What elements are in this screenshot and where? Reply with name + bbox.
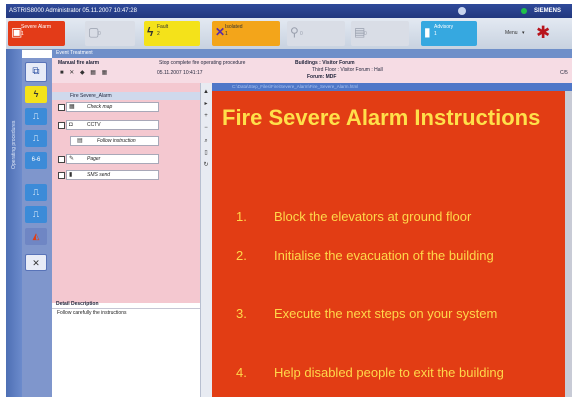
instruction-number: 4.: [236, 365, 247, 380]
siemens-star-icon[interactable]: ✱: [536, 23, 550, 42]
detail-description-text: Follow carefully the instructions: [57, 310, 127, 316]
pager-icon: ✎: [69, 156, 75, 162]
event-instruction: Stop complete fire operating procedure: [159, 60, 246, 66]
cross-icon: ✕: [215, 25, 226, 39]
scroll-up-icon[interactable]: ▲: [202, 88, 210, 96]
map-view-button[interactable]: ⧉: [25, 62, 47, 82]
fault-count: 2: [157, 31, 160, 37]
step-checkbox[interactable]: [58, 172, 65, 179]
advisory-count: 1: [434, 31, 437, 37]
detail-description-label: Detail Description: [56, 301, 99, 307]
scrollbar[interactable]: [565, 91, 572, 397]
instruction-title: Fire Severe Alarm Instructions: [222, 105, 541, 130]
left-strip: Operating procedures: [6, 49, 22, 397]
step-row-follow-instruction[interactable]: ▤ Follow instruction: [70, 136, 159, 146]
lightning-icon: ϟ: [147, 25, 154, 39]
instruction-file-path: C:\Data\Step_Files\Fire\Severe_Alarm\Fir…: [232, 84, 359, 89]
isolated-label: Isolated: [225, 24, 243, 30]
page-icon[interactable]: ▯: [202, 149, 210, 157]
step-list-title: Fire Severe_Alarm: [70, 93, 112, 99]
refresh-icon[interactable]: ↻: [202, 161, 210, 169]
location-label: Buildings : Visitor Forum: [295, 60, 355, 66]
alarm-button-6[interactable]: ▤ 0: [351, 21, 409, 46]
section-title: Event Treatment: [56, 50, 93, 56]
step-button-3[interactable]: 6-6: [25, 152, 47, 169]
alarm-button-5[interactable]: ⚲ 0: [287, 21, 345, 46]
document-icon: ▤: [77, 138, 83, 144]
vertical-label: Operating procedures: [11, 120, 17, 169]
search-icon[interactable]: ⌕: [202, 137, 210, 145]
step-list-pane: [52, 83, 200, 303]
map-icon: ▦: [69, 104, 75, 110]
event-action-icons[interactable]: ■ ✕ ◆ ▦ ▦: [60, 69, 109, 76]
step-row-pager[interactable]: ✎ Pager: [66, 154, 159, 164]
next-icon[interactable]: ▸: [202, 100, 210, 108]
close-icon[interactable]: ✕: [25, 254, 47, 271]
chevron-down-icon: ▾: [522, 30, 525, 36]
alarm-button-2[interactable]: ▢ 0: [85, 21, 135, 46]
wrench-icon: ⚲: [290, 25, 299, 39]
info-icon: ▮: [424, 25, 431, 39]
zoom-out-icon[interactable]: −: [202, 124, 210, 132]
step-button-1[interactable]: ⎍: [25, 108, 47, 125]
zoom-in-icon[interactable]: +: [202, 112, 210, 120]
alarm-toolbar: ▣ Severe Alarm 1 ▢ 0 ϟ Fault 2 ✕ Isolate…: [6, 18, 572, 50]
step-list-header: Fire Severe_Alarm: [52, 92, 200, 100]
severe-alarm-button[interactable]: ▣ Severe Alarm 1: [8, 21, 65, 46]
step-label: Follow instruction: [97, 138, 136, 144]
event-timestamp: 05.11.2007 10:41:17: [157, 70, 203, 76]
step-checkbox[interactable]: [58, 156, 65, 163]
step-label: Pager: [87, 156, 101, 162]
event-info-bar: Manual fire alarm ■ ✕ ◆ ▦ ▦ Stop complet…: [52, 58, 572, 83]
brand-logo: SIEMENS: [534, 8, 562, 14]
instruction-text: Execute the next steps on your system: [274, 306, 498, 321]
location-extra: Forum: MDF: [307, 74, 337, 80]
instruction-text: Help disabled people to exit the buildin…: [274, 365, 504, 380]
severe-alarm-label: Severe Alarm: [21, 24, 52, 30]
step-checkbox[interactable]: [58, 122, 65, 129]
event-title: Manual fire alarm: [58, 60, 100, 66]
online-indicator-icon: [521, 8, 527, 14]
alarm-2-count: 0: [98, 31, 101, 37]
title-bar: ASTRIS8000 Administrator 05.11.2007 10:4…: [6, 4, 572, 18]
step-button-2[interactable]: ⎍: [25, 130, 47, 147]
step-button-4[interactable]: ⎍: [25, 184, 47, 201]
location-detail: Third Floor : Visitor Forum : Hall: [312, 67, 383, 73]
event-treatment-header: Event Treatment: [52, 49, 572, 58]
phone-icon: ▮: [69, 172, 73, 178]
step-row-cctv[interactable]: ◘ CCTV: [66, 120, 159, 130]
alarm-bell-button[interactable]: ◭: [25, 228, 47, 245]
step-button-5[interactable]: ⎍: [25, 206, 47, 223]
advisory-label: Advisory: [434, 24, 454, 30]
advisory-button[interactable]: ▮ Advisory 1: [421, 21, 477, 46]
menu-label: Menu: [505, 30, 518, 36]
step-label: SMS send: [87, 172, 111, 178]
location-code: C/5: [560, 70, 568, 76]
instruction-number: 1.: [236, 209, 247, 224]
step-label: Check map: [87, 104, 113, 110]
isolated-button[interactable]: ✕ Isolated 1: [212, 21, 280, 46]
step-row-check-map[interactable]: ▦ Check map: [66, 102, 159, 112]
instruction-panel: Fire Severe Alarm Instructions 1. Block …: [212, 91, 572, 397]
fault-label: Fault: [157, 24, 169, 30]
instruction-number: 3.: [236, 306, 247, 321]
isolated-count: 1: [225, 31, 228, 37]
step-label: CCTV: [87, 122, 101, 128]
instruction-number: 2.: [236, 248, 247, 263]
instruction-text: Initialise the evacuation of the buildin…: [274, 248, 494, 263]
menu-button[interactable]: Menu ▾: [503, 21, 529, 46]
fault-step-button[interactable]: ϟ: [25, 86, 47, 103]
window-title: ASTRIS8000 Administrator 05.11.2007 10:4…: [9, 8, 137, 14]
camera-icon: ◘: [69, 122, 73, 128]
detail-description-box[interactable]: [52, 308, 200, 398]
alarm-6-count: 0: [364, 31, 367, 37]
step-checkbox[interactable]: [58, 104, 65, 111]
step-row-sms-send[interactable]: ▮ SMS send: [66, 170, 159, 180]
severe-alarm-count: 1: [21, 31, 24, 37]
instruction-text: Block the elevators at ground floor: [274, 209, 472, 224]
instruction-path-bar: C:\Data\Step_Files\Fire\Severe_Alarm\Fir…: [212, 83, 572, 91]
alarm-5-count: 0: [300, 31, 303, 37]
status-icon: [458, 7, 466, 15]
fault-button[interactable]: ϟ Fault 2: [144, 21, 200, 46]
